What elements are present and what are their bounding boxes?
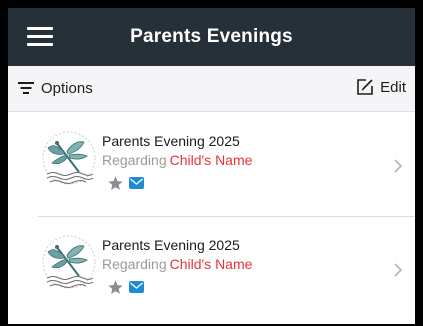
mail-icon xyxy=(129,281,144,293)
list-item[interactable]: Parents Evening 2025 Regarding Child's Na… xyxy=(8,216,415,320)
star-icon[interactable] xyxy=(107,175,124,192)
list-item[interactable]: Parents Evening 2025 Regarding Child's Na… xyxy=(8,112,415,216)
star-icon[interactable] xyxy=(107,279,124,296)
page-title: Parents Evenings xyxy=(130,26,293,47)
chevron-right-icon xyxy=(394,263,403,277)
regarding-label: Regarding xyxy=(102,256,167,272)
filter-icon xyxy=(18,82,34,94)
child-name: Child's Name xyxy=(169,152,253,168)
item-flags xyxy=(107,174,144,192)
item-title: Parents Evening 2025 xyxy=(102,237,240,253)
edit-button[interactable]: Edit xyxy=(355,76,406,98)
evenings-list: Parents Evening 2025 Regarding Child's Na… xyxy=(8,112,415,320)
hamburger-menu-icon[interactable] xyxy=(27,27,53,47)
regarding-label: Regarding xyxy=(102,152,167,168)
options-button[interactable]: Options xyxy=(18,78,93,98)
item-subtitle: Regarding Child's Name xyxy=(102,152,252,168)
child-name: Child's Name xyxy=(169,256,253,272)
school-logo-icon xyxy=(42,131,96,185)
app-screen: Parents Evenings Options Edit Parents Ev… xyxy=(8,8,415,324)
item-flags xyxy=(107,278,144,296)
mail-icon xyxy=(129,177,144,189)
item-subtitle: Regarding Child's Name xyxy=(102,256,252,272)
edit-label: Edit xyxy=(380,78,406,96)
nav-header: Parents Evenings xyxy=(8,8,415,66)
compose-icon xyxy=(357,79,373,95)
options-label: Options xyxy=(41,79,93,97)
toolbar: Options Edit xyxy=(8,66,415,112)
item-title: Parents Evening 2025 xyxy=(102,133,240,149)
school-logo-icon xyxy=(42,235,96,289)
chevron-right-icon xyxy=(394,159,403,173)
